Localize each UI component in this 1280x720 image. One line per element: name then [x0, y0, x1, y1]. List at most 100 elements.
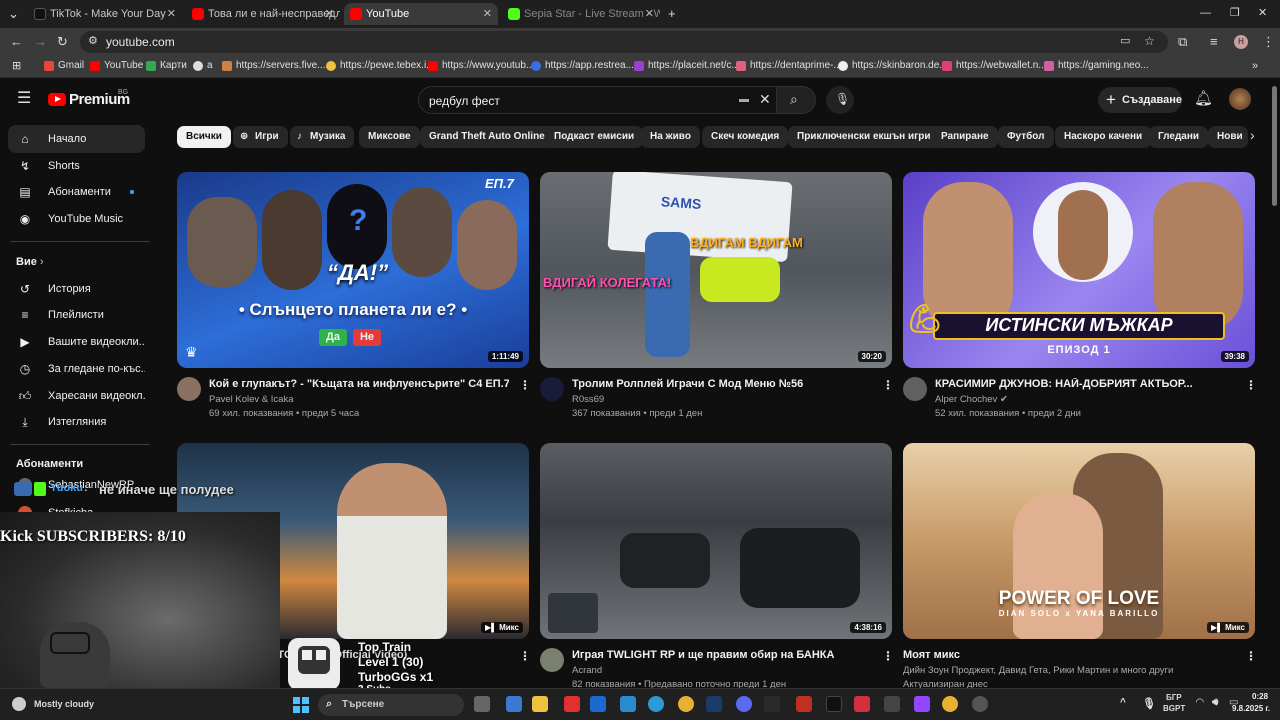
file-explorer-icon[interactable] — [532, 696, 548, 712]
new-tab-icon[interactable]: + — [668, 7, 676, 20]
sidebar-item-history[interactable]: ↺ История — [8, 275, 145, 303]
sidebar-item-youtube-music[interactable]: ◉ YouTube Music — [8, 205, 145, 233]
close-icon[interactable]: ✕ — [167, 3, 176, 25]
more-actions-icon[interactable]: ⋮ — [882, 378, 894, 392]
address-bar[interactable]: ⚙ youtube.com ▭ ☆ — [80, 31, 1168, 53]
sidebar-item-subscriptions[interactable]: ▤ Абонаменти — [8, 178, 145, 206]
search-button[interactable]: ⌕ — [776, 86, 816, 114]
clear-search-icon[interactable]: ✕ — [759, 92, 771, 106]
create-button[interactable]: + Създаване — [1098, 87, 1182, 113]
chip-football[interactable]: Футбол — [998, 126, 1054, 148]
bookmark-pewe[interactable]: https://pewe.tebex.i... — [326, 60, 435, 71]
twitch-icon[interactable] — [914, 696, 930, 712]
chevron-right-icon[interactable]: › — [1250, 128, 1255, 142]
channel-name[interactable]: Acrand — [572, 665, 602, 676]
windows-start-icon[interactable] — [293, 697, 309, 713]
microphone-icon[interactable]: 🎙︎ — [1142, 697, 1156, 710]
bookmark-youtube-link[interactable]: https://www.youtub... — [428, 60, 534, 71]
more-actions-icon[interactable]: ⋮ — [1245, 378, 1257, 392]
bookmark-a[interactable]: a — [193, 60, 213, 71]
install-icon[interactable]: ▭ — [1120, 35, 1130, 48]
youtube-logo-icon[interactable] — [48, 93, 66, 106]
video-title[interactable]: Играя TWLIGHT RP и ще правим обир на БАН… — [572, 649, 872, 661]
app-icon[interactable] — [884, 696, 900, 712]
menu-icon[interactable]: ⋮ — [1262, 35, 1275, 48]
steam-icon[interactable] — [706, 696, 722, 712]
video-title[interactable]: Тролим Ролплей Играчи С Мод Меню №56 — [572, 378, 872, 390]
sidebar-item-home[interactable]: ⌂ Начало — [8, 125, 145, 153]
clock-date[interactable]: 9.8.2025 г. — [1232, 704, 1270, 713]
wifi-icon[interactable]: ◠ — [1196, 697, 1204, 708]
discord-icon[interactable] — [736, 696, 752, 712]
language-primary[interactable]: БГР — [1166, 693, 1182, 702]
widgets-icon[interactable] — [506, 696, 522, 712]
bookmark-dentaprime[interactable]: https://dentaprime-... — [736, 60, 842, 71]
chip-podcasts[interactable]: Подкаст емисии — [545, 126, 644, 148]
account-avatar[interactable] — [1229, 88, 1251, 110]
chip-live[interactable]: На живо — [641, 126, 700, 148]
voice-search-button[interactable]: 🎙︎ — [826, 86, 854, 114]
bookmark-servers[interactable]: https://servers.five... — [222, 60, 325, 71]
shield-app-icon[interactable] — [796, 696, 812, 712]
channel-name[interactable]: R0ss69 — [572, 394, 604, 405]
close-icon[interactable]: ✕ — [645, 3, 654, 25]
apps-icon[interactable]: ⊞ — [12, 60, 21, 73]
chip-watched[interactable]: Гледани — [1149, 126, 1209, 148]
more-actions-icon[interactable]: ⋮ — [519, 378, 531, 392]
sidebar-item-downloads[interactable]: ⤓ Изтегляния — [8, 408, 145, 436]
tab-youtube[interactable]: YouTube ✕ — [344, 3, 498, 25]
video-thumbnail[interactable]: POWER OF LOVE DIAN SOLO x YANA BARILLO ▶… — [903, 443, 1255, 639]
settings-icon[interactable] — [972, 696, 988, 712]
outlook-icon[interactable] — [590, 696, 606, 712]
close-icon[interactable]: ✕ — [483, 3, 492, 25]
video-thumbnail[interactable]: ИСТИНСКИ МЪЖКАР ЕПИЗОД 1 💪︎ 39:38 — [903, 172, 1255, 368]
chip-recently-uploaded[interactable]: Наскоро качени — [1055, 126, 1152, 148]
chip-action-adventure[interactable]: Приключенски екшън игри — [788, 126, 940, 148]
bookmark-star-icon[interactable]: ☆ — [1144, 35, 1155, 48]
tiktok-icon[interactable] — [826, 696, 842, 712]
bookmark-skinbaron[interactable]: https://skinbaron.de... — [838, 60, 948, 71]
chevron-up-icon[interactable]: ^ — [1120, 697, 1126, 708]
sidebar-item-watch-later[interactable]: ◷ За гледане по-къс... — [8, 355, 145, 383]
site-info-icon[interactable]: ⚙ — [88, 35, 98, 48]
restore-icon[interactable]: ❐ — [1230, 7, 1240, 20]
video-thumbnail[interactable]: ? ЕП.7 “ДА!” • Слънцето планета ли е? • … — [177, 172, 529, 368]
close-window-icon[interactable]: ✕ — [1258, 7, 1267, 20]
more-actions-icon[interactable]: ⋮ — [882, 649, 894, 663]
tab-kick[interactable]: Sepia Star - Live Stream - Watch ✕ — [502, 3, 660, 25]
language-layout[interactable]: BGPT — [1163, 704, 1185, 713]
media-icon[interactable]: ≡ — [1210, 35, 1218, 48]
taskbar-search-input[interactable]: ⌕ Търсене — [318, 694, 464, 716]
sidebar-item-liked[interactable]: 👍︎ Харесани видеокл... — [8, 382, 145, 410]
channel-name[interactable]: Pavel Kolev & Icaka — [209, 394, 294, 405]
sidebar-item-playlists[interactable]: ≡ Плейлисти — [8, 301, 145, 329]
channel-name[interactable]: Дийн Зоун Проджект, Давид Гета, Рики Мар… — [903, 665, 1233, 676]
bookmark-gaming[interactable]: https://gaming.neo... — [1044, 60, 1149, 71]
hamburger-menu-icon[interactable]: ☰ — [17, 91, 31, 107]
video-thumbnail[interactable]: 4:38:16 — [540, 443, 892, 639]
mail-icon[interactable] — [620, 696, 636, 712]
keyboard-icon[interactable]: ▬ — [739, 93, 749, 106]
channel-avatar[interactable] — [540, 648, 564, 672]
channel-avatar[interactable] — [903, 377, 927, 401]
back-icon[interactable]: ← — [10, 35, 23, 48]
app-icon[interactable] — [854, 696, 870, 712]
chrome-icon[interactable] — [678, 696, 694, 712]
chip-gta-online[interactable]: Grand Theft Auto Online — [420, 126, 554, 148]
video-thumbnail[interactable]: SAMS ВДИГАМ ВДИГАМ ВДИГАЙ КОЛЕГАТА! 30:2… — [540, 172, 892, 368]
extensions-icon[interactable]: ⧉ — [1178, 35, 1187, 48]
video-title[interactable]: КРАСИМИР ДЖУНОВ: НАЙ-ДОБРИЯТ АКТЬОР... — [935, 378, 1235, 390]
volume-icon[interactable]: 🔊︎ — [1212, 697, 1218, 708]
tab-video[interactable]: Това ли е най-несправедливо ✕ — [186, 3, 340, 25]
bookmark-gmail[interactable]: Gmail — [44, 60, 84, 71]
chip-rap[interactable]: Рапиране — [932, 126, 998, 148]
weather-text[interactable]: Mostly cloudy — [34, 699, 94, 709]
sidebar-item-your-videos[interactable]: ▶ Вашите видеокли... — [8, 328, 145, 356]
chip-all[interactable]: Всички — [177, 126, 231, 148]
chip-games[interactable]: ⊕ Игри — [233, 126, 288, 148]
tab-list-icon[interactable]: ⌄ — [8, 7, 19, 20]
chip-music[interactable]: ♪ Музика — [290, 126, 355, 148]
minimize-icon[interactable]: — — [1200, 7, 1211, 20]
chip-sketch-comedy[interactable]: Скеч комедия — [702, 126, 789, 148]
close-icon[interactable]: ✕ — [325, 3, 334, 25]
